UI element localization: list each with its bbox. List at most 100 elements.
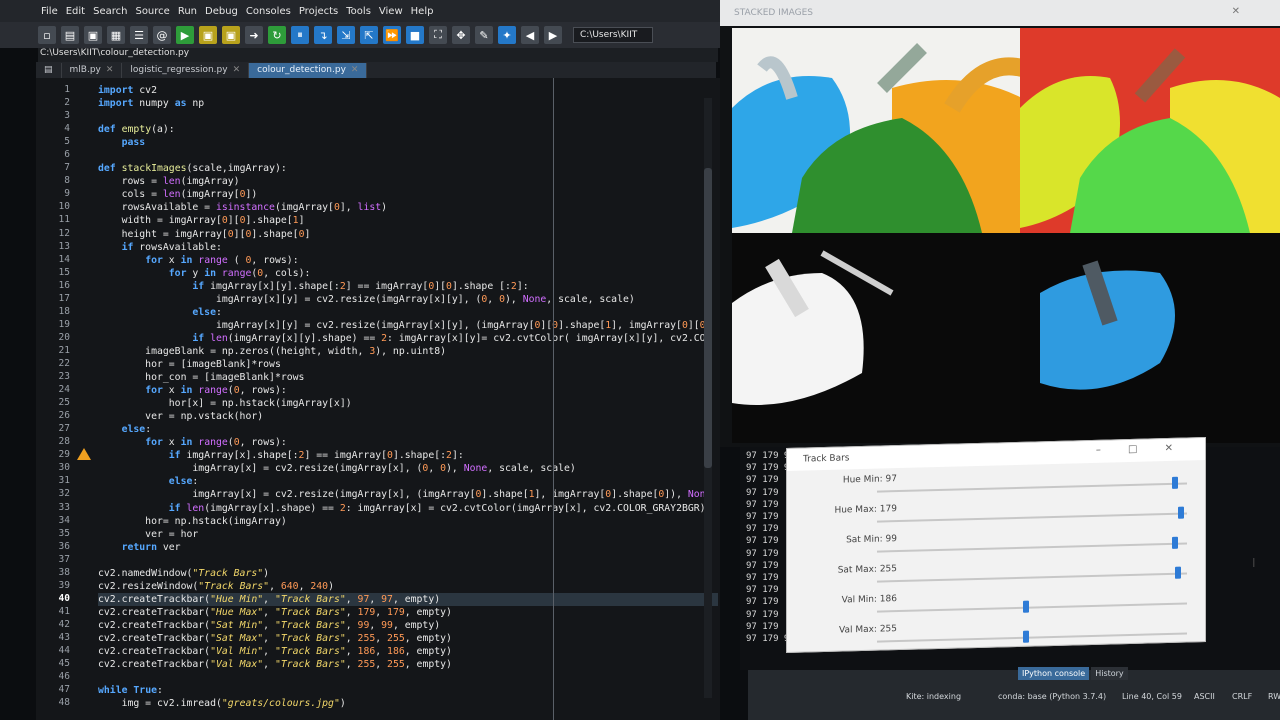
line-number: 38 xyxy=(58,566,70,578)
trackbar-thumb[interactable] xyxy=(1174,566,1181,579)
menu-projects[interactable]: Projects xyxy=(296,6,341,17)
at-icon[interactable]: @ xyxy=(153,26,171,44)
console-line: 97 179 xyxy=(746,475,779,486)
line-number: 19 xyxy=(58,318,70,330)
line-number: 46 xyxy=(58,671,70,683)
line-number: 30 xyxy=(58,462,70,474)
rerun-icon[interactable]: ↻ xyxy=(268,26,286,44)
encoding-status: ASCII xyxy=(1194,692,1215,701)
trackbar-slider[interactable] xyxy=(877,602,1187,613)
window-title: STACKED IMAGES xyxy=(734,8,813,18)
line-number: 18 xyxy=(58,305,70,317)
open-file-icon[interactable]: ▤ xyxy=(61,26,79,44)
window-controls[interactable]: ✕ xyxy=(1232,6,1240,17)
run-cell-icon[interactable]: ▣ xyxy=(199,26,217,44)
trackbar-thumb[interactable] xyxy=(1177,506,1184,519)
trackbar-slider[interactable] xyxy=(877,512,1187,523)
trackbar-slider[interactable] xyxy=(877,572,1187,583)
console-line: 97 179 xyxy=(746,585,779,596)
line-number: 40 xyxy=(58,592,70,604)
editor-scroll-thumb[interactable] xyxy=(704,168,712,468)
trackbar-thumb[interactable] xyxy=(1171,476,1178,489)
console-line: 97 179 xyxy=(746,512,779,522)
menu-search[interactable]: Search xyxy=(90,6,130,17)
python-path-icon[interactable]: ✦ xyxy=(498,26,516,44)
line-number: 10 xyxy=(58,201,70,213)
code-editor[interactable]: 1 2 3 4 5 6 7 8 9 10 11 12 13 14 15 16 17 18 19 20 21 22 23 24 2… xyxy=(36,78,720,720)
trackbar-label: Sat Min: 99 xyxy=(846,534,897,546)
line-number: 33 xyxy=(58,501,70,513)
close-icon[interactable]: ✕ xyxy=(106,65,114,75)
line-number: 3 xyxy=(64,110,70,122)
stop-icon[interactable]: ■ xyxy=(406,26,424,44)
menu-bar: File Edit Search Source Run Debug Consol… xyxy=(0,0,720,22)
trackbar-thumb[interactable] xyxy=(1022,600,1029,613)
menu-edit[interactable]: Edit xyxy=(63,6,88,17)
run-cell-advance-icon[interactable]: ▣ xyxy=(222,26,240,44)
line-number: 39 xyxy=(58,579,70,591)
warning-icon[interactable] xyxy=(77,448,91,460)
trackbar-slider[interactable] xyxy=(877,482,1187,493)
menu-help[interactable]: Help xyxy=(408,6,437,17)
menu-tools[interactable]: Tools xyxy=(343,6,374,17)
line-number: 11 xyxy=(58,214,70,226)
trackbar-thumb[interactable] xyxy=(1171,536,1178,549)
console-line: 97 179 xyxy=(746,560,779,571)
line-number: 43 xyxy=(58,631,70,643)
file-list-icon[interactable]: ▤ xyxy=(36,63,62,78)
console-tabs: IPython console History xyxy=(1018,667,1128,680)
line-number: 22 xyxy=(58,357,70,369)
continue-icon[interactable]: ⏩ xyxy=(383,26,401,44)
tab-colour-detection[interactable]: colour_detection.py ✕ xyxy=(249,63,368,78)
trackbar-slider[interactable] xyxy=(877,632,1187,643)
list-icon[interactable]: ☰ xyxy=(130,26,148,44)
window-controls[interactable]: – □ ✕ xyxy=(1096,443,1185,456)
save-icon[interactable]: ▣ xyxy=(84,26,102,44)
line-number: 7 xyxy=(64,162,70,174)
run-icon[interactable]: ▶ xyxy=(176,26,194,44)
menu-view[interactable]: View xyxy=(376,6,406,17)
line-number: 28 xyxy=(58,436,70,448)
text-cursor-icon: I xyxy=(1252,556,1256,570)
window-title-bar: STACKED IMAGES ✕ xyxy=(720,0,1280,26)
menu-debug[interactable]: Debug xyxy=(202,6,241,17)
menu-source[interactable]: Source xyxy=(132,6,172,17)
hsv-image xyxy=(1020,28,1280,233)
line-number: 5 xyxy=(64,136,70,148)
toolbar: ▫ ▤ ▣ ▦ ☰ @ ▶ ▣ ▣ ➜ ↻ ⏸ ↴ ⇲ ⇱ ⏩ ■ ⛶ ✥ ✎ … xyxy=(0,22,720,48)
run-selection-icon[interactable]: ➜ xyxy=(245,26,263,44)
menu-consoles[interactable]: Consoles xyxy=(243,6,294,17)
tab-logistic-regression[interactable]: logistic_regression.py ✕ xyxy=(122,63,250,78)
trackbar-slider[interactable] xyxy=(877,542,1187,553)
code-area[interactable]: import cv2 import numpy as np def empty(… xyxy=(98,84,718,710)
trackbar-label: Hue Min: 97 xyxy=(842,474,897,486)
forward-arrow-icon[interactable]: ▶ xyxy=(544,26,562,44)
maximize-pane-icon[interactable]: ⛶ xyxy=(429,26,447,44)
wrench-icon[interactable]: ✎ xyxy=(475,26,493,44)
line-number: 12 xyxy=(58,227,70,239)
close-icon[interactable]: ✕ xyxy=(351,65,359,75)
menu-run[interactable]: Run xyxy=(175,6,200,17)
menu-file[interactable]: File xyxy=(38,6,61,17)
layout-icon[interactable]: ✥ xyxy=(452,26,470,44)
track-bars-window: Track Bars – □ ✕ Hue Min: 97 Hue Max: 179… xyxy=(786,437,1206,653)
working-directory-field[interactable]: C:\Users\KIIT xyxy=(573,27,653,43)
trackbar-thumb[interactable] xyxy=(1022,630,1029,643)
console-line: 97 179 xyxy=(746,573,779,583)
close-icon[interactable]: ✕ xyxy=(233,65,241,75)
line-number: 14 xyxy=(58,253,70,265)
line-number: 45 xyxy=(58,658,70,670)
save-all-icon[interactable]: ▦ xyxy=(107,26,125,44)
step-into-icon[interactable]: ⇲ xyxy=(337,26,355,44)
debug-icon[interactable]: ⏸ xyxy=(291,26,309,44)
back-arrow-icon[interactable]: ◀ xyxy=(521,26,539,44)
tab-history[interactable]: History xyxy=(1091,667,1128,680)
step-icon[interactable]: ↴ xyxy=(314,26,332,44)
step-return-icon[interactable]: ⇱ xyxy=(360,26,378,44)
tab-mlb[interactable]: mlB.py ✕ xyxy=(62,63,123,78)
line-number: 23 xyxy=(58,371,70,383)
tab-ipython-console[interactable]: IPython console xyxy=(1018,667,1090,680)
tab-label: mlB.py xyxy=(69,65,101,75)
new-file-icon[interactable]: ▫ xyxy=(38,26,56,44)
trackbar-label: Hue Max: 179 xyxy=(834,504,897,516)
